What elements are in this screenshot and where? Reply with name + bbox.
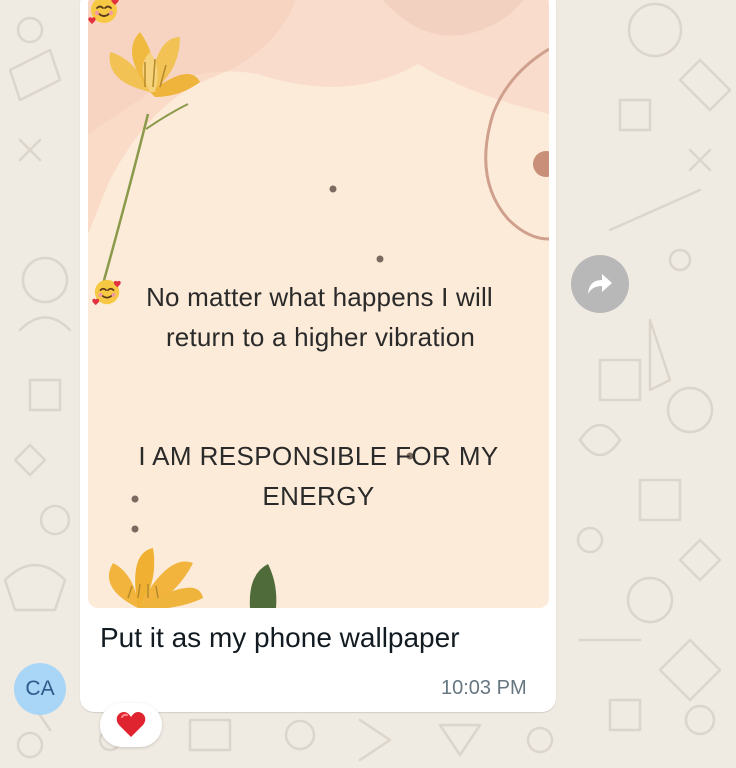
affirmation-bottom: I AM RESPONSIBLE FOR MY ENERGY	[88, 436, 549, 516]
message-timestamp: 10:03 PM	[441, 677, 527, 699]
message-caption: Put it as my phone wallpaper	[100, 622, 460, 653]
affirmation-line-1: No matter what happens I will	[146, 282, 493, 312]
affirmation-line-3: I AM RESPONSIBLE FOR MY	[138, 441, 499, 471]
sender-avatar[interactable]: CA	[14, 663, 66, 715]
image-attachment[interactable]: No matter what happens I will return to …	[88, 0, 549, 608]
heart-icon	[116, 712, 146, 737]
chat-background: No matter what happens I will return to …	[0, 0, 736, 768]
sender-initials: CA	[25, 677, 55, 700]
forward-arrow-icon	[588, 274, 612, 294]
forward-button[interactable]	[571, 255, 629, 313]
affirmation-line-2: return to a higher vibration	[165, 322, 476, 352]
reaction-badge[interactable]	[100, 703, 162, 747]
affirmation-line-2-row: return to a higher vibration	[88, 279, 549, 357]
smiling-face-with-hearts-icon-2	[88, 0, 119, 24]
smiling-face-with-hearts-icon	[92, 279, 121, 306]
affirmation-top: No matter what happens I will return to …	[88, 277, 549, 357]
affirmation-line-4: ENERGY	[262, 481, 375, 511]
